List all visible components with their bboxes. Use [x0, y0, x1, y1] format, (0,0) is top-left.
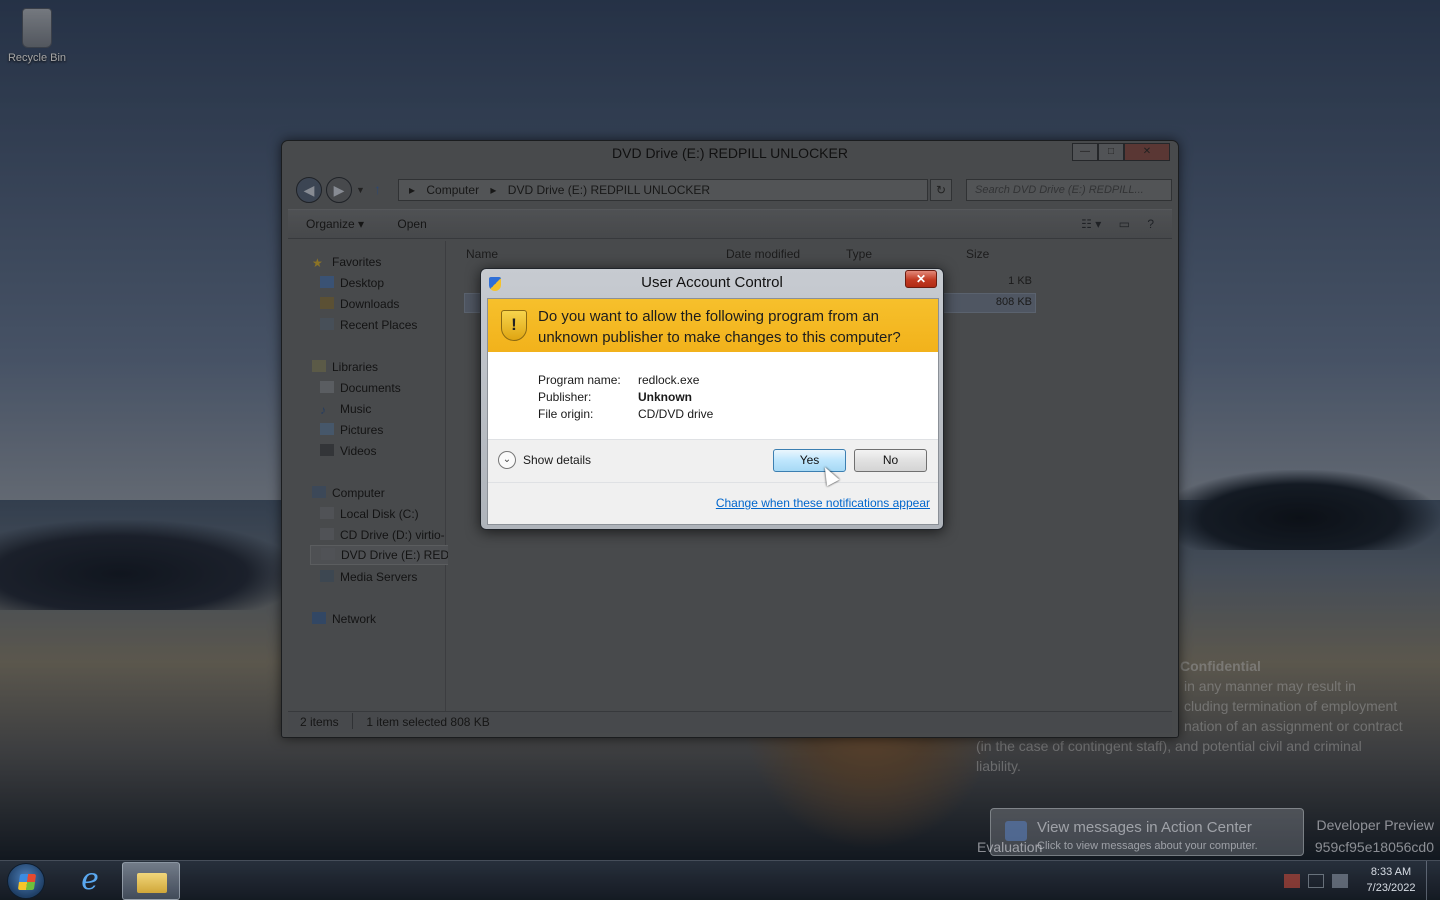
clock-date: 7/23/2022	[1366, 882, 1416, 894]
balloon-title: View messages in Action Center	[1037, 819, 1252, 836]
program-info: Program name: redlock.exe Publisher: Unkno…	[538, 372, 713, 423]
chevron-down-icon[interactable]: ⌄	[498, 451, 516, 469]
uac-body: ! Do you want to allow the following pro…	[487, 298, 939, 525]
publisher-value: Unknown	[638, 390, 692, 404]
evaluation-text: Evaluation	[977, 839, 1043, 855]
volume-tray-icon[interactable]	[1332, 874, 1348, 888]
balloon-subtitle: Click to view messages about your comput…	[1037, 840, 1258, 852]
network-tray-icon[interactable]	[1308, 874, 1324, 888]
windows-logo-icon	[17, 874, 37, 890]
clock-time: 8:33 AM	[1370, 866, 1412, 878]
action-center-flag-tray-icon[interactable]	[1284, 874, 1300, 888]
notification-settings-link[interactable]: Change when these notifications appear	[716, 496, 930, 510]
show-desktop-button[interactable]	[1426, 861, 1440, 900]
folder-icon	[137, 873, 167, 893]
yes-button[interactable]: Yes	[773, 449, 846, 472]
publisher-label: Publisher:	[538, 390, 592, 404]
build-id-text: 959cf95e18056cd0	[1314, 839, 1434, 855]
uac-title: User Account Control	[641, 274, 783, 291]
uac-close-button[interactable]: ✕	[905, 270, 937, 288]
file-origin-value: CD/DVD drive	[638, 407, 714, 421]
internet-explorer-taskbar-icon[interactable]: e	[70, 865, 110, 897]
uac-footer: ⌄ Show details Yes No Change when these …	[488, 440, 938, 524]
uac-dialog[interactable]: User Account Control ✕ ! Do you want to …	[480, 268, 944, 530]
taskbar: e	[0, 860, 1440, 900]
program-name-label: Program name:	[538, 373, 621, 387]
system-clock[interactable]: 8:33 AM 7/23/2022	[1360, 864, 1422, 896]
start-button[interactable]	[7, 863, 45, 899]
uac-warning-banner: ! Do you want to allow the following pro…	[488, 299, 938, 352]
no-button[interactable]: No	[854, 449, 927, 472]
file-origin-label: File origin:	[538, 407, 594, 421]
program-name-value: redlock.exe	[638, 373, 700, 387]
uac-question: Do you want to allow the following progr…	[538, 308, 901, 346]
explorer-taskbar-button[interactable]	[122, 862, 180, 900]
warning-shield-icon: !	[501, 310, 527, 341]
action-center-flag-icon	[1005, 821, 1027, 841]
show-details-toggle[interactable]: Show details	[523, 453, 591, 467]
developer-preview-text: Developer Preview	[1316, 817, 1435, 833]
